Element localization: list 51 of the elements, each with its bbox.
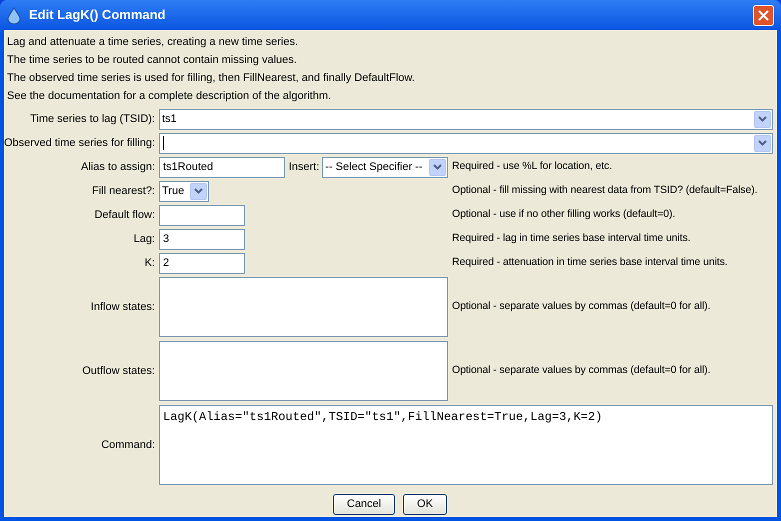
text-cursor [163,136,164,150]
dialog-button[interactable]: Cancel [333,494,395,515]
field-value: True [162,184,184,199]
description-text: The observed time series is used for filling, then FillNearest, and finally DefaultFlow. [7,71,416,86]
dropdown-button[interactable] [754,110,771,128]
field-label: Outflow states: [82,364,155,379]
field-label: K: [144,256,155,271]
text-field[interactable]: ts1Routed [159,156,285,178]
close-icon [758,10,769,20]
field-label: Command: [101,438,155,453]
dropdown-field[interactable]: ts1 [159,108,773,130]
help-text: Required - lag in time series base interval time units. [452,231,690,246]
description-text: See the documentation for a complete description of the algorithm. [7,89,332,104]
chevron-icon [194,188,203,194]
dialog-button[interactable]: OK [403,494,447,515]
chevron-icon [758,140,767,146]
drop-icon [7,6,21,24]
description-text: The time series to be routed cannot contain missing values. [7,53,298,68]
chevron-icon [758,116,767,122]
field-label: Time series to lag (TSID): [30,112,155,127]
field-label: Observed time series for filling: [4,136,155,151]
description-text: Lag and attenuate a time series, creating a new time series. [7,35,300,50]
help-text: Optional - separate values by commas (default=0 for all). [452,363,710,378]
text-field[interactable] [159,204,245,226]
dropdown-button[interactable] [429,158,446,176]
text-field[interactable] [159,341,448,401]
dropdown-field[interactable]: True [159,180,209,202]
close-button[interactable] [753,4,774,26]
help-text: Required - use %L for location, etc. [452,159,612,174]
field-label: Fill nearest?: [92,184,155,199]
dropdown-button[interactable] [190,182,207,200]
field-value: -- Select Specifier -- [325,160,422,175]
dropdown-field[interactable]: -- Select Specifier -- [322,156,448,178]
dropdown-field[interactable] [159,132,773,154]
text-field[interactable]: 3 [159,228,245,250]
help-text: Optional - fill missing with nearest data from TSID? (default=False). [452,183,758,198]
field-label: Lag: [134,232,155,247]
chevron-icon [433,164,442,170]
field-label: Alias to assign: [81,160,155,175]
dropdown-button[interactable] [754,134,771,152]
help-text: Optional - use if no other filling works (default=0). [452,207,676,222]
text-field[interactable]: 2 [159,252,245,274]
text-field[interactable] [159,277,448,337]
text-field[interactable]: LagK(Alias="ts1Routed",TSID="ts1",FillNearest=True,Lag=3,K=2) [159,405,773,485]
field-value: ts1 [162,112,177,127]
field-label: Default flow: [94,208,155,223]
field-label: Insert: [288,160,320,175]
window-title: Edit LagK() Command [29,6,166,24]
help-text: Required - attenuation in time series base interval time units. [452,255,728,270]
field-label: Inflow states: [90,300,155,315]
help-text: Optional - separate values by commas (default=0 for all). [452,299,710,314]
